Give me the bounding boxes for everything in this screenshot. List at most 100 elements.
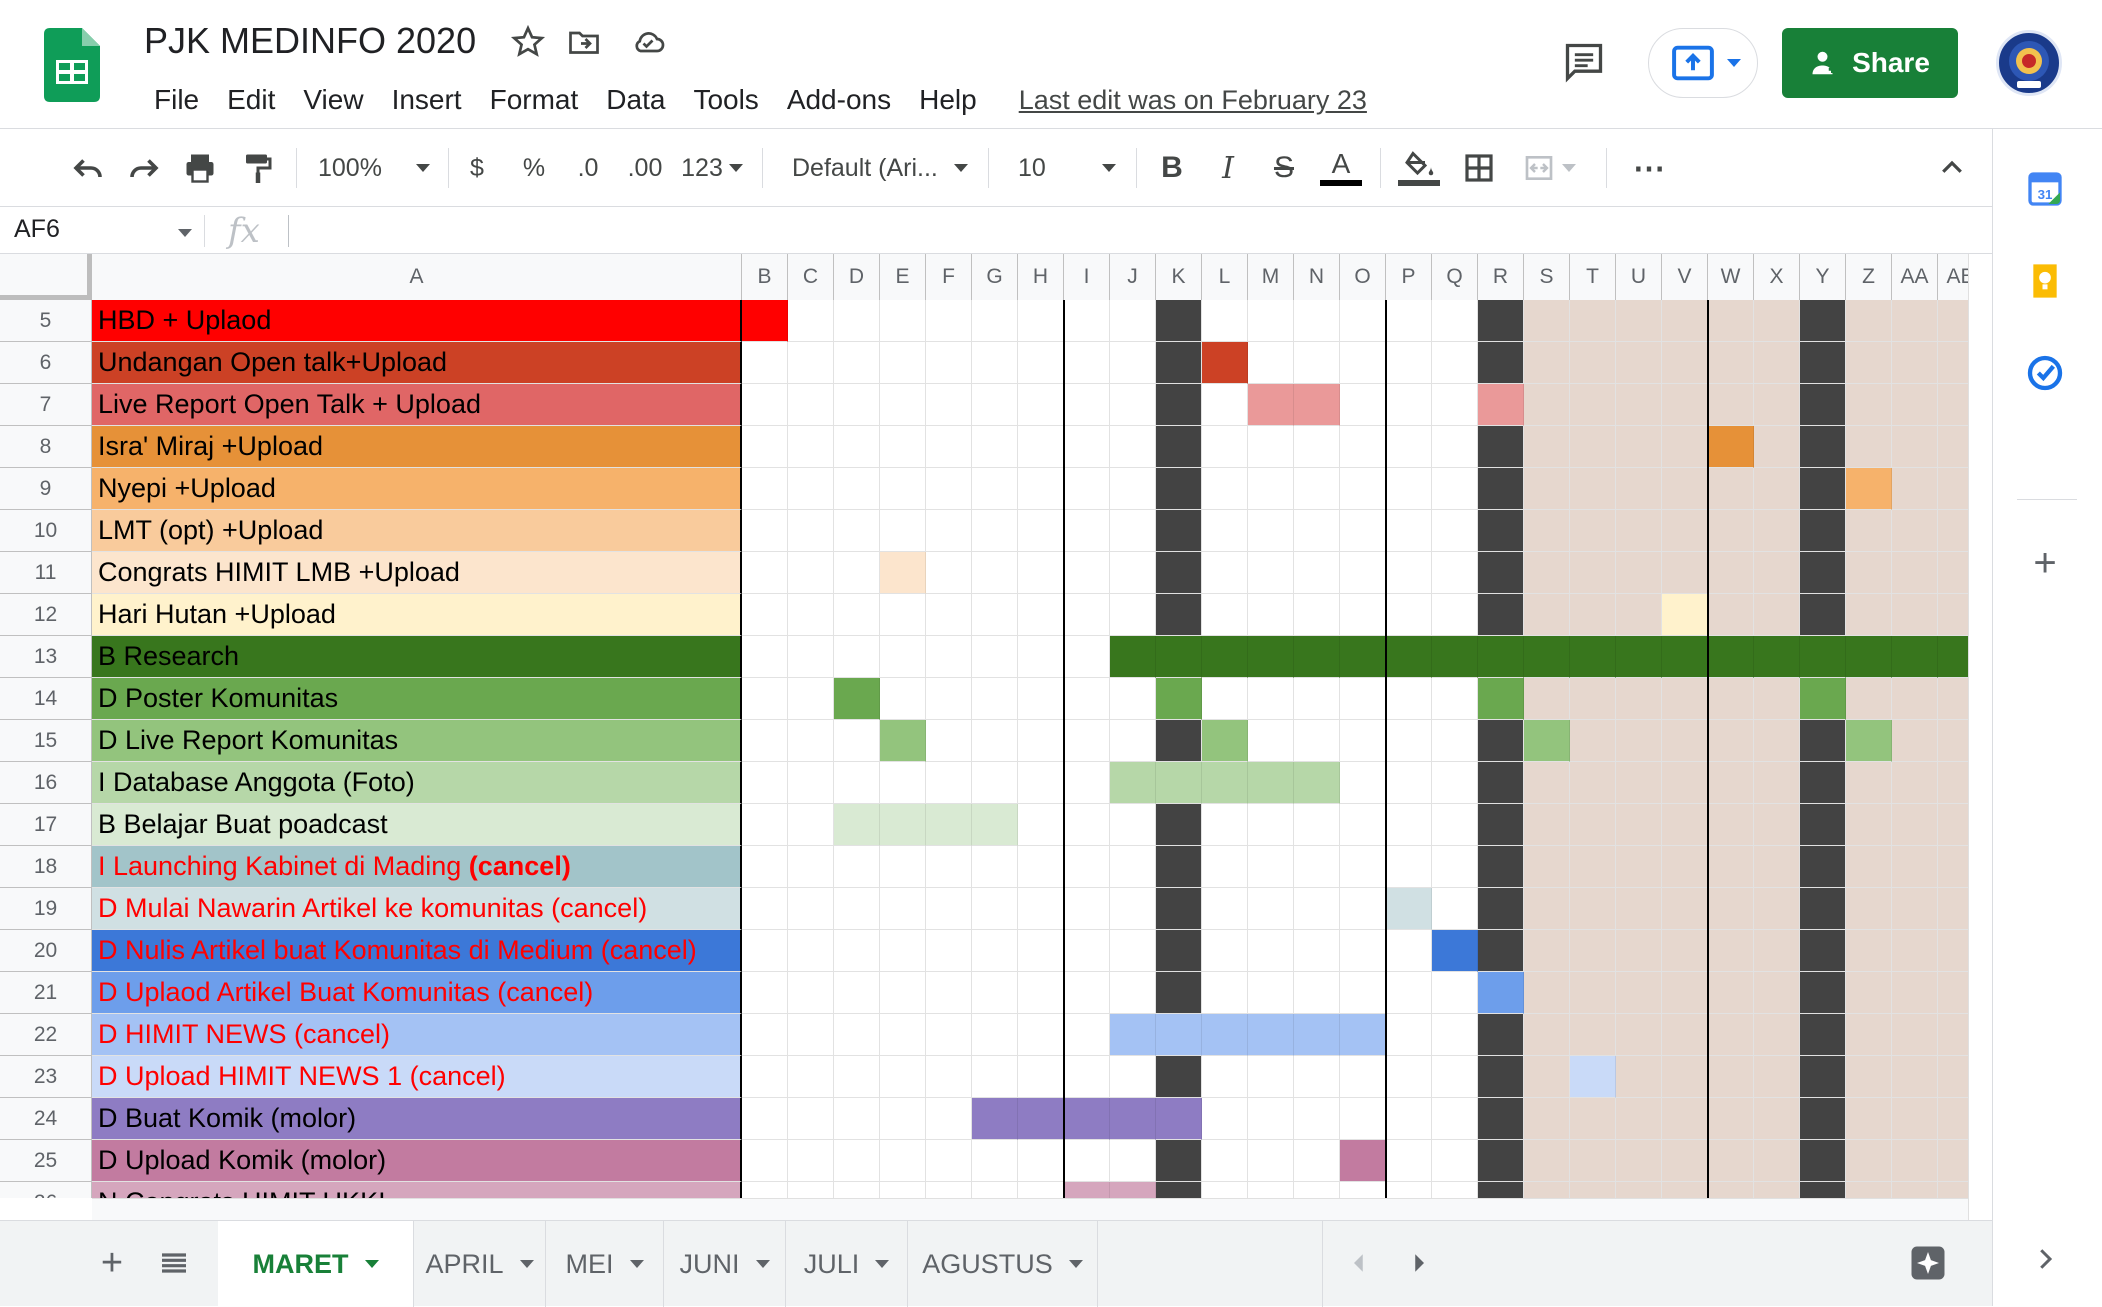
- schedule-cell[interactable]: [1524, 762, 1570, 804]
- schedule-cell[interactable]: [1386, 1014, 1432, 1056]
- schedule-cell[interactable]: [1708, 510, 1754, 552]
- cloud-saved-icon[interactable]: [630, 24, 666, 60]
- menu-help[interactable]: Help: [905, 80, 991, 120]
- schedule-cell[interactable]: [1892, 972, 1938, 1014]
- sheet-tab-menu-icon[interactable]: [755, 1260, 770, 1268]
- schedule-cell[interactable]: [1754, 1182, 1800, 1198]
- schedule-cell[interactable]: [1202, 1140, 1248, 1182]
- get-addons-icon[interactable]: +: [2021, 539, 2069, 587]
- schedule-cell[interactable]: [788, 972, 834, 1014]
- schedule-cell[interactable]: [1754, 1098, 1800, 1140]
- schedule-cell[interactable]: [1294, 972, 1340, 1014]
- schedule-cell[interactable]: [1248, 1056, 1294, 1098]
- schedule-cell[interactable]: [1754, 594, 1800, 636]
- schedule-cell[interactable]: [1938, 1056, 1968, 1098]
- schedule-cell[interactable]: [1064, 552, 1110, 594]
- schedule-cell[interactable]: [1386, 1182, 1432, 1198]
- schedule-cell[interactable]: [834, 888, 880, 930]
- schedule-cell[interactable]: [1800, 1140, 1846, 1182]
- schedule-cell[interactable]: [1340, 888, 1386, 930]
- schedule-cell[interactable]: [926, 888, 972, 930]
- schedule-cell[interactable]: [1754, 426, 1800, 468]
- menu-tools[interactable]: Tools: [679, 80, 772, 120]
- schedule-cell[interactable]: [1524, 300, 1570, 342]
- schedule-cell[interactable]: [1202, 552, 1248, 594]
- schedule-cell[interactable]: [1938, 846, 1968, 888]
- schedule-cell-filled[interactable]: [1662, 636, 1708, 678]
- schedule-cell[interactable]: [1478, 594, 1524, 636]
- schedule-cell[interactable]: [1248, 678, 1294, 720]
- schedule-cell[interactable]: [1892, 1140, 1938, 1182]
- schedule-cell[interactable]: [1340, 1098, 1386, 1140]
- column-header[interactable]: K: [1156, 254, 1202, 300]
- schedule-cell[interactable]: [926, 342, 972, 384]
- schedule-cell[interactable]: [1294, 510, 1340, 552]
- schedule-cell[interactable]: [1156, 342, 1202, 384]
- schedule-cell[interactable]: [1616, 342, 1662, 384]
- percent-format-button[interactable]: %: [518, 144, 550, 192]
- schedule-cell[interactable]: [972, 636, 1018, 678]
- schedule-cell[interactable]: [1064, 804, 1110, 846]
- schedule-cell[interactable]: [1754, 342, 1800, 384]
- schedule-cell[interactable]: [1248, 552, 1294, 594]
- schedule-cell-filled[interactable]: [972, 1098, 1018, 1140]
- schedule-cell[interactable]: [1846, 1056, 1892, 1098]
- row-header[interactable]: 25: [0, 1140, 92, 1182]
- schedule-cell[interactable]: [926, 552, 972, 594]
- schedule-cell[interactable]: [972, 468, 1018, 510]
- schedule-cell-filled[interactable]: [742, 300, 788, 342]
- schedule-cell[interactable]: [1156, 1056, 1202, 1098]
- schedule-cell[interactable]: [880, 1098, 926, 1140]
- column-header[interactable]: E: [880, 254, 926, 300]
- schedule-cell[interactable]: [1846, 762, 1892, 804]
- zoom-select[interactable]: 100%: [318, 144, 430, 192]
- schedule-cell[interactable]: [1570, 720, 1616, 762]
- schedule-cell[interactable]: [926, 1140, 972, 1182]
- schedule-cell[interactable]: [1616, 426, 1662, 468]
- task-label-cell[interactable]: Live Report Open Talk + Upload: [92, 384, 742, 426]
- schedule-cell[interactable]: [926, 426, 972, 468]
- schedule-cell-filled[interactable]: [1662, 594, 1708, 636]
- schedule-cell[interactable]: [1386, 468, 1432, 510]
- schedule-cell[interactable]: [834, 762, 880, 804]
- schedule-cell[interactable]: [1570, 888, 1616, 930]
- schedule-cell-filled[interactable]: [1202, 720, 1248, 762]
- schedule-cell[interactable]: [1708, 1014, 1754, 1056]
- schedule-cell[interactable]: [1432, 1098, 1478, 1140]
- schedule-cell-filled[interactable]: [1432, 930, 1478, 972]
- schedule-cell-filled[interactable]: [1248, 1014, 1294, 1056]
- schedule-cell[interactable]: [1156, 930, 1202, 972]
- schedule-cell[interactable]: [1340, 846, 1386, 888]
- schedule-cell[interactable]: [972, 384, 1018, 426]
- menu-file[interactable]: File: [140, 80, 213, 120]
- schedule-cell[interactable]: [1294, 468, 1340, 510]
- schedule-cell[interactable]: [1386, 678, 1432, 720]
- schedule-cell[interactable]: [1018, 1056, 1064, 1098]
- schedule-cell-filled[interactable]: [926, 804, 972, 846]
- paint-format-icon[interactable]: [236, 144, 280, 192]
- schedule-cell[interactable]: [1064, 972, 1110, 1014]
- schedule-cell[interactable]: [1846, 930, 1892, 972]
- row-header[interactable]: 21: [0, 972, 92, 1014]
- schedule-cell[interactable]: [1708, 552, 1754, 594]
- schedule-cell[interactable]: [788, 1014, 834, 1056]
- schedule-cell[interactable]: [1708, 678, 1754, 720]
- schedule-cell-filled[interactable]: [1248, 762, 1294, 804]
- menu-add-ons[interactable]: Add-ons: [773, 80, 905, 120]
- schedule-cell[interactable]: [1248, 342, 1294, 384]
- fill-color-button[interactable]: [1396, 144, 1442, 192]
- schedule-cell[interactable]: [1064, 678, 1110, 720]
- schedule-cell[interactable]: [1340, 594, 1386, 636]
- schedule-cell-filled[interactable]: [1938, 636, 1968, 678]
- schedule-cell[interactable]: [1938, 804, 1968, 846]
- sheet-tab-menu-icon[interactable]: [364, 1260, 379, 1268]
- schedule-cell[interactable]: [1800, 510, 1846, 552]
- schedule-cell[interactable]: [1662, 888, 1708, 930]
- schedule-cell[interactable]: [1892, 510, 1938, 552]
- schedule-cell[interactable]: [1386, 762, 1432, 804]
- schedule-cell[interactable]: [1616, 1014, 1662, 1056]
- last-edit-link[interactable]: Last edit was on February 23: [1019, 80, 1367, 120]
- schedule-cell[interactable]: [1294, 1056, 1340, 1098]
- schedule-cell[interactable]: [1662, 510, 1708, 552]
- scroll-tabs-left-icon[interactable]: [1344, 1245, 1374, 1281]
